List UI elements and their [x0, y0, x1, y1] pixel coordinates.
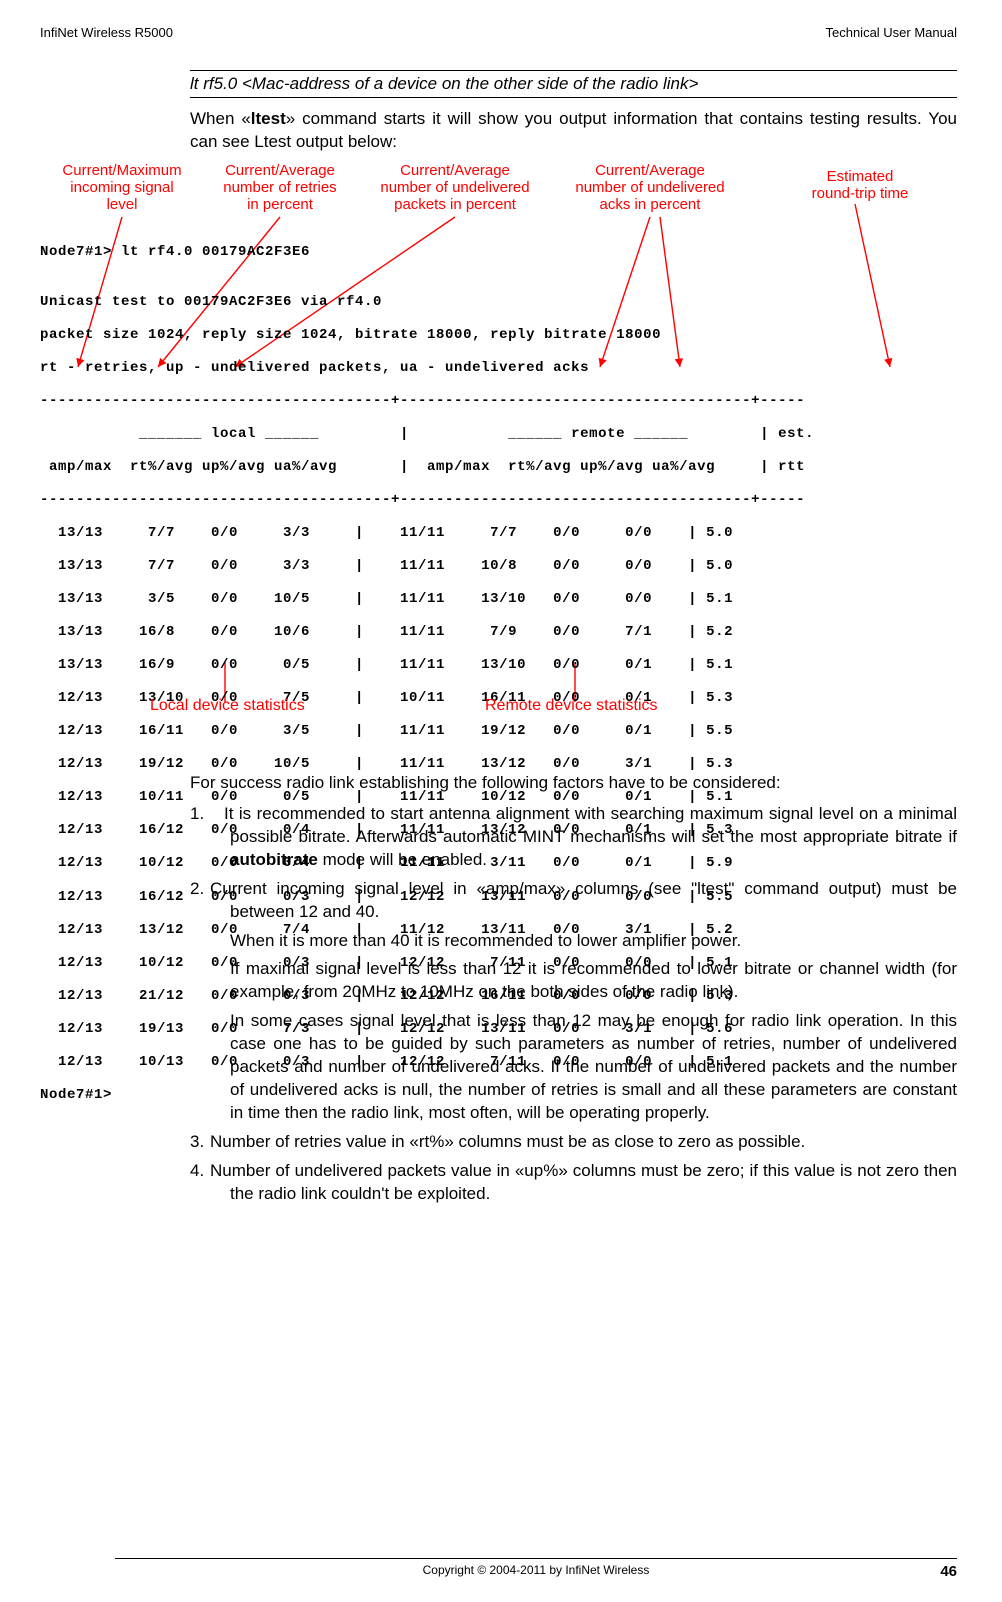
term-line: 12/13 10/13 0/0 0/3 | 12/12 7/11 0/0 0/0…	[40, 1054, 1000, 1071]
term-line: _______ local ______ | ______ remote ___…	[40, 426, 1000, 443]
term-line: 13/13 16/8 0/0 10/6 | 11/11 7/9 0/0 7/1 …	[40, 624, 1000, 641]
annot-text: number of undelivered	[575, 179, 724, 196]
header-right: Technical User Manual	[825, 25, 957, 40]
term-line: ---------------------------------------+…	[40, 393, 1000, 410]
list-text: Number of undelivered packets value in «…	[210, 1161, 957, 1203]
term-line: 13/13 7/7 0/0 3/3 | 11/11 10/8 0/0 0/0 |…	[40, 558, 1000, 575]
term-line: 12/13 19/13 0/0 7/3 | 12/12 13/11 0/0 3/…	[40, 1021, 1000, 1038]
intro-post: » command starts it will show you output…	[190, 109, 957, 151]
annot-text: Current/Average	[400, 162, 510, 179]
annot-text: packets in percent	[394, 196, 516, 213]
annot-text: round-trip time	[812, 185, 909, 202]
term-line: 13/13 7/7 0/0 3/3 | 11/11 7/7 0/0 0/0 | …	[40, 525, 1000, 542]
term-line: 12/13 19/12 0/0 10/5 | 11/11 13/12 0/0 3…	[40, 756, 1000, 773]
term-line: 12/13 21/12 0/0 0/3 | 12/12 16/11 0/0 0/…	[40, 988, 1000, 1005]
annot-text: number of undelivered	[380, 179, 529, 196]
annotation-retries: Current/Average number of retries in per…	[205, 162, 355, 214]
annot-text: level	[107, 196, 138, 213]
page-header: InfiNet Wireless R5000 Technical User Ma…	[40, 25, 957, 40]
intro-pre: When «	[190, 109, 251, 128]
annot-text: incoming signal	[70, 179, 173, 196]
label-local-stats: Local device statistics	[150, 697, 305, 715]
intro-bold: ltest	[251, 109, 286, 128]
annotated-terminal-block: Current/Maximum incoming signal level Cu…	[40, 162, 882, 722]
term-line: 12/13 10/12 0/0 0/3 | 12/12 7/11 0/0 0/0…	[40, 955, 1000, 972]
term-line: Unicast test to 00179AC2F3E6 via rf4.0	[40, 294, 1000, 311]
header-left: InfiNet Wireless R5000	[40, 25, 173, 40]
term-line: Node7#1>	[40, 1087, 1000, 1104]
annot-text: number of retries	[223, 179, 336, 196]
command-line-example: lt rf5.0 <Mac-address of a device on the…	[190, 70, 957, 98]
term-line: 13/13 16/9 0/0 0/5 | 11/11 13/10 0/0 0/1…	[40, 657, 1000, 674]
annot-text: Current/Average	[225, 162, 335, 179]
term-line: Node7#1> lt rf4.0 00179AC2F3E6	[40, 244, 1000, 261]
term-line: 12/13 10/12 0/0 0/4 | 11/11 3/11 0/0 0/1…	[40, 855, 1000, 872]
term-line: 12/13 13/12 0/0 7/4 | 11/12 13/11 0/0 3/…	[40, 922, 1000, 939]
page-footer: Copyright © 2004-2011 by InfiNet Wireles…	[115, 1558, 957, 1577]
annotation-signal-level: Current/Maximum incoming signal level	[42, 162, 202, 214]
list-num-4: 4.	[190, 1160, 210, 1183]
annot-text: Current/Average	[595, 162, 705, 179]
list-item-4: 4.Number of undelivered packets value in…	[190, 1160, 957, 1206]
term-line: 12/13 16/12 0/0 0/3 | 12/12 13/11 0/0 0/…	[40, 889, 1000, 906]
annotation-undelivered-acks: Current/Average number of undelivered ac…	[560, 162, 740, 214]
term-line: 12/13 16/11 0/0 3/5 | 11/11 19/12 0/0 0/…	[40, 723, 1000, 740]
term-line: 13/13 3/5 0/0 10/5 | 11/11 13/10 0/0 0/0…	[40, 591, 1000, 608]
term-line: amp/max rt%/avg up%/avg ua%/avg | amp/ma…	[40, 459, 1000, 476]
annotation-rtt: Estimated round-trip time	[790, 168, 930, 203]
term-line: rt - retries, up - undelivered packets, …	[40, 360, 1000, 377]
term-line: 12/13 16/12 0/0 0/4 | 11/11 13/12 0/0 0/…	[40, 822, 1000, 839]
intro-paragraph: When «ltest» command starts it will show…	[190, 108, 957, 154]
label-remote-stats: Remote device statistics	[485, 697, 658, 715]
annot-text: Estimated	[827, 168, 894, 185]
footer-copyright: Copyright © 2004-2011 by InfiNet Wireles…	[423, 1563, 650, 1577]
annotation-undelivered-packets: Current/Average number of undelivered pa…	[365, 162, 545, 214]
annot-text: Current/Maximum	[62, 162, 181, 179]
annot-text: in percent	[247, 196, 313, 213]
page-number: 46	[940, 1563, 957, 1580]
term-line: packet size 1024, reply size 1024, bitra…	[40, 327, 1000, 344]
annot-text: acks in percent	[600, 196, 701, 213]
term-line: ---------------------------------------+…	[40, 492, 1000, 509]
term-line: 12/13 10/11 0/0 0/5 | 11/11 10/12 0/0 0/…	[40, 789, 1000, 806]
terminal-output: Node7#1> lt rf4.0 00179AC2F3E6 Unicast t…	[40, 228, 1000, 1136]
